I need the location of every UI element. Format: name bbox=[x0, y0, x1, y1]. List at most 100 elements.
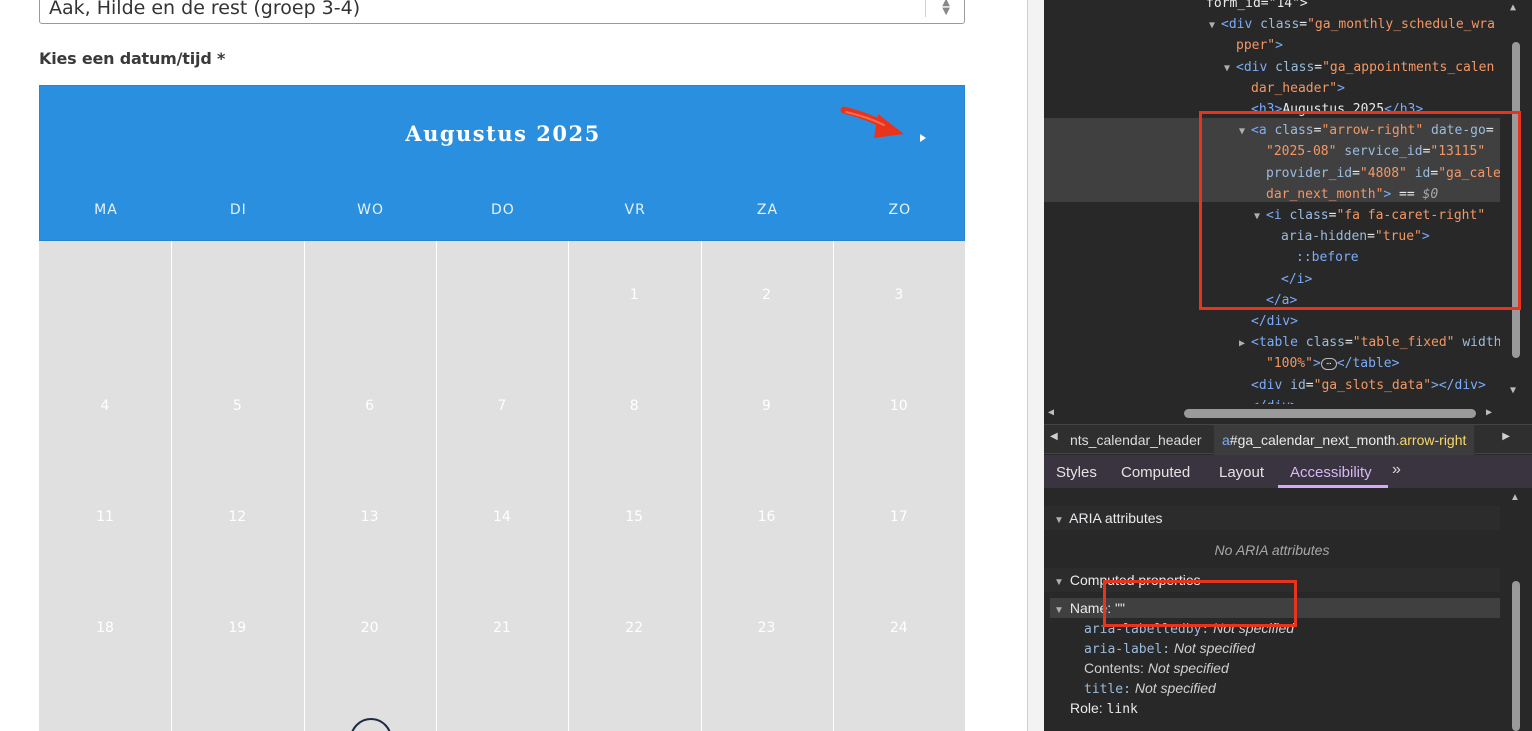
dom-node-line[interactable]: </i> bbox=[1044, 269, 1500, 290]
page-gutter bbox=[1028, 0, 1044, 731]
dom-tree-hscrollbar[interactable]: ◀ ▶ bbox=[1044, 404, 1500, 424]
prop-title: title: Not specified bbox=[1084, 680, 1216, 697]
calendar-day[interactable]: 7 bbox=[436, 398, 568, 414]
grid-column-divider bbox=[568, 241, 569, 731]
tab-styles[interactable]: Styles bbox=[1056, 464, 1097, 481]
calendar-day[interactable]: 22 bbox=[568, 620, 700, 636]
calendar-day[interactable]: 20 bbox=[304, 620, 436, 636]
calendar-day[interactable]: 10 bbox=[833, 398, 965, 414]
dom-token: = bbox=[1485, 123, 1494, 139]
dom-node-line[interactable]: provider_id="4808" id="ga_calen bbox=[1044, 163, 1500, 184]
dom-token: </h3> bbox=[1384, 102, 1424, 117]
weekday-ma: MA bbox=[94, 202, 118, 218]
dom-token: pper" bbox=[1236, 38, 1276, 54]
pane-scrollbar[interactable]: ▲ bbox=[1500, 488, 1532, 731]
tab-computed[interactable]: Computed bbox=[1121, 464, 1190, 481]
calendar-day[interactable]: 1 bbox=[568, 287, 700, 303]
calendar-day[interactable]: 12 bbox=[171, 509, 303, 525]
calendar-day[interactable]: 6 bbox=[304, 398, 436, 414]
dom-node-line[interactable]: ::before bbox=[1044, 247, 1500, 268]
breadcrumb-tag: a bbox=[1222, 432, 1230, 448]
dom-token: id bbox=[1414, 165, 1431, 181]
dom-token: "ga_monthly_schedule_wra bbox=[1307, 17, 1495, 33]
calendar-month-title: Augustus 2025 bbox=[405, 121, 601, 146]
calendar-day[interactable]: 9 bbox=[701, 398, 833, 414]
calendar-day[interactable]: 14 bbox=[436, 509, 568, 525]
dom-node-line[interactable]: pper"> bbox=[1044, 35, 1500, 56]
calendar-day[interactable]: 8 bbox=[568, 398, 700, 414]
elements-dom-tree[interactable]: form_id="14"> ▼ <div class="ga_monthly_sch… bbox=[1044, 0, 1500, 404]
dom-token: "13115" bbox=[1430, 144, 1486, 160]
calendar-day[interactable]: 3 bbox=[833, 287, 965, 303]
collapsed-content-icon[interactable]: ⋯ bbox=[1320, 357, 1337, 370]
dom-node-line[interactable]: aria-hidden="true"> bbox=[1044, 226, 1500, 247]
calendar-day[interactable]: 23 bbox=[701, 620, 833, 636]
calendar-day[interactable]: 18 bbox=[39, 620, 171, 636]
dom-node-line[interactable]: </a> bbox=[1044, 290, 1500, 311]
breadcrumb-item-selected[interactable]: a#ga_calendar_next_month.arrow-right bbox=[1214, 425, 1475, 455]
dom-node-line[interactable]: dar_next_month"> == $0 bbox=[1044, 184, 1500, 205]
calendar-day[interactable]: 19 bbox=[171, 620, 303, 636]
dom-token: "ga_appointments_calen bbox=[1322, 59, 1495, 75]
dom-node-line[interactable]: ▶<table class="table_fixed" width= bbox=[1044, 332, 1500, 353]
weekday-za: ZA bbox=[756, 202, 779, 218]
breadcrumb-right-icon[interactable]: ▶ bbox=[1502, 431, 1510, 442]
grid-column-divider bbox=[304, 241, 305, 731]
dom-node-line[interactable]: <h3>Augustus 2025</h3> bbox=[1044, 99, 1500, 120]
calendar-day[interactable]: 16 bbox=[701, 509, 833, 525]
accessible-name-row[interactable]: ▼ Name: "" bbox=[1050, 598, 1500, 618]
dom-node-line[interactable]: "2025-08" service_id="13115" bbox=[1044, 141, 1500, 162]
dom-node-line[interactable]: ▼ <div class="ga_monthly_schedule_wra bbox=[1044, 14, 1500, 35]
caret-right-icon bbox=[920, 134, 926, 142]
dom-token: Augustus 2025 bbox=[1282, 102, 1385, 117]
calendar-day[interactable]: 15 bbox=[568, 509, 700, 525]
dom-tree-scrollbar[interactable]: ▲ ▼ bbox=[1500, 0, 1532, 404]
dom-node-line[interactable]: </div> bbox=[1044, 311, 1500, 332]
expand-toggle-icon[interactable]: ▶ bbox=[1239, 333, 1251, 354]
dom-node-line[interactable]: "100%"> ⋯ </table> bbox=[1044, 353, 1500, 374]
calendar-day[interactable]: 11 bbox=[39, 509, 171, 525]
calendar-day[interactable]: 4 bbox=[39, 398, 171, 414]
dom-token: $0 bbox=[1422, 186, 1439, 202]
weekday-zo: ZO bbox=[888, 202, 912, 218]
dom-token: class bbox=[1260, 17, 1300, 33]
breadcrumb-left-icon[interactable]: ◀ bbox=[1050, 431, 1058, 442]
aria-attributes-section[interactable]: ▼ ARIA attributes bbox=[1044, 506, 1500, 530]
computed-properties-section[interactable]: ▼ Computed properties bbox=[1044, 568, 1500, 592]
expand-toggle-icon[interactable]: ▼ bbox=[1224, 58, 1236, 79]
calendar-day[interactable]: 21 bbox=[436, 620, 568, 636]
expand-toggle-icon[interactable]: ▼ bbox=[1209, 15, 1221, 36]
scroll-up-icon[interactable]: ▲ bbox=[1510, 2, 1516, 13]
expand-toggle-icon[interactable]: ▼ bbox=[1254, 206, 1266, 227]
expand-toggle-icon[interactable]: ▼ bbox=[1239, 121, 1251, 142]
dom-node-line[interactable]: ▼ <a class="arrow-right" date-go= bbox=[1044, 120, 1500, 141]
scroll-up-icon[interactable]: ▲ bbox=[1510, 492, 1520, 503]
prop-aria-labelledby: aria-labelledby: Not specified bbox=[1084, 620, 1295, 637]
tab-accessibility[interactable]: Accessibility bbox=[1290, 464, 1372, 481]
dom-node-line[interactable]: ▼ <i class="fa fa-caret-right" bbox=[1044, 205, 1500, 226]
dom-node-line[interactable]: </div> bbox=[1044, 396, 1500, 404]
tab-layout[interactable]: Layout bbox=[1219, 464, 1264, 481]
scroll-down-icon[interactable]: ▼ bbox=[1510, 385, 1516, 396]
calendar-day[interactable]: 5 bbox=[171, 398, 303, 414]
date-time-label: Kies een datum/tijd * bbox=[39, 49, 226, 68]
scroll-left-icon[interactable]: ◀ bbox=[1048, 407, 1054, 418]
dom-node-line[interactable]: form_id="14"> bbox=[1044, 0, 1500, 14]
dom-node-line[interactable]: <div id="ga_slots_data"></div> bbox=[1044, 375, 1500, 396]
calendar-grid: 1 2 3 4 5 6 7 8 9 10 11 12 13 14 15 16 17 18 19 20 21 22 23 24 bbox=[39, 241, 965, 731]
weekday-wo: WO bbox=[357, 202, 385, 218]
calendar-day[interactable]: 13 bbox=[304, 509, 436, 525]
dom-tree-hscroll-thumb[interactable] bbox=[1184, 409, 1476, 418]
calendar-day[interactable]: 24 bbox=[833, 620, 965, 636]
dom-node-line[interactable]: ▼ <div class="ga_appointments_calen bbox=[1044, 57, 1500, 78]
dom-tree-scroll-thumb[interactable] bbox=[1512, 42, 1520, 358]
breadcrumb-item-header[interactable]: nts_calendar_header bbox=[1070, 432, 1202, 448]
next-month-button[interactable] bbox=[916, 130, 930, 146]
calendar-day[interactable]: 17 bbox=[833, 509, 965, 525]
more-tabs-icon[interactable]: » bbox=[1392, 461, 1401, 479]
calendar-day[interactable]: 2 bbox=[701, 287, 833, 303]
dom-node-line[interactable]: dar_header"> bbox=[1044, 78, 1500, 99]
scroll-right-icon[interactable]: ▶ bbox=[1486, 407, 1492, 418]
pane-scroll-thumb[interactable] bbox=[1512, 581, 1520, 731]
group-select[interactable]: Aak, Hilde en de rest (groep 3-4) ▲ ▼ bbox=[39, 0, 965, 24]
